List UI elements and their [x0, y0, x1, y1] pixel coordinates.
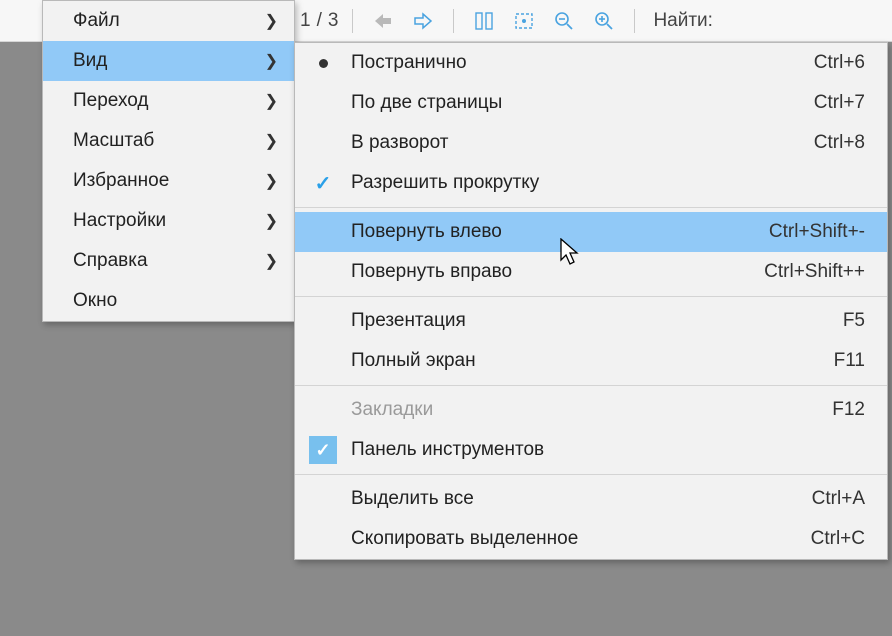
toolbar-separator	[453, 9, 454, 33]
zoom-out-button[interactable]	[548, 5, 580, 37]
shortcut-text: Ctrl+C	[799, 528, 865, 550]
arrow-left-icon	[372, 12, 394, 30]
submenu-item-label: По две страницы	[351, 92, 802, 114]
menu-item-zoom[interactable]: Масштаб ❯	[43, 121, 294, 161]
chevron-right-icon: ❯	[265, 251, 278, 271]
submenu-item-label: Скопировать выделенное	[351, 528, 799, 550]
menu-item-window[interactable]: Окно	[43, 281, 294, 321]
shortcut-text: Ctrl+8	[802, 132, 865, 154]
menu-item-label: Масштаб	[73, 130, 154, 152]
submenu-item-label: В разворот	[351, 132, 802, 154]
fit-page-icon	[513, 11, 535, 31]
submenu-item-presentation[interactable]: Презентация F5	[295, 301, 887, 341]
menu-item-settings[interactable]: Настройки ❯	[43, 201, 294, 241]
fit-width-icon	[473, 11, 495, 31]
submenu-item-label: Разрешить прокрутку	[351, 172, 853, 194]
menu-item-favorites[interactable]: Избранное ❯	[43, 161, 294, 201]
submenu-item-label: Презентация	[351, 310, 831, 332]
radio-selected-icon	[319, 59, 328, 68]
submenu-item-rotate-right[interactable]: Повернуть вправо Ctrl+Shift++	[295, 252, 887, 292]
menu-item-label: Окно	[73, 290, 117, 312]
main-menu: Файл ❯ Вид ❯ Переход ❯ Масштаб ❯ Избранн…	[42, 0, 295, 322]
chevron-right-icon: ❯	[265, 11, 278, 31]
shortcut-text: F5	[831, 310, 865, 332]
menu-item-label: Переход	[73, 90, 148, 112]
submenu-item-single-page[interactable]: Постранично Ctrl+6	[295, 43, 887, 83]
submenu-item-rotate-left[interactable]: Повернуть влево Ctrl+Shift+-	[295, 212, 887, 252]
submenu-item-label: Повернуть влево	[351, 221, 757, 243]
menu-item-label: Избранное	[73, 170, 169, 192]
zoom-out-icon	[553, 10, 575, 32]
check-icon: ✓	[309, 436, 337, 464]
submenu-view: Постранично Ctrl+6 По две страницы Ctrl+…	[294, 42, 888, 560]
arrow-right-icon	[412, 12, 434, 30]
fit-page-button[interactable]	[508, 5, 540, 37]
shortcut-text: Ctrl+Shift+-	[757, 221, 865, 243]
menu-item-file[interactable]: Файл ❯	[43, 1, 294, 41]
menu-item-label: Вид	[73, 50, 107, 72]
submenu-item-label: Закладки	[351, 399, 820, 421]
page-indicator: 1 / 3	[300, 10, 338, 32]
submenu-item-two-pages[interactable]: По две страницы Ctrl+7	[295, 83, 887, 123]
menu-item-view[interactable]: Вид ❯	[43, 41, 294, 81]
find-label: Найти:	[653, 10, 713, 32]
page-sep: /	[317, 10, 322, 32]
chevron-right-icon: ❯	[265, 91, 278, 111]
chevron-right-icon: ❯	[265, 211, 278, 231]
toolbar-separator	[634, 9, 635, 33]
submenu-item-label: Повернуть вправо	[351, 261, 752, 283]
submenu-item-allow-scroll[interactable]: ✓ Разрешить прокрутку	[295, 163, 887, 203]
menu-item-help[interactable]: Справка ❯	[43, 241, 294, 281]
submenu-item-label: Постранично	[351, 52, 802, 74]
shortcut-text: Ctrl+7	[802, 92, 865, 114]
chevron-right-icon: ❯	[265, 171, 278, 191]
zoom-in-button[interactable]	[588, 5, 620, 37]
submenu-item-toolbar[interactable]: ✓ Панель инструментов	[295, 430, 887, 470]
submenu-item-fullscreen[interactable]: Полный экран F11	[295, 341, 887, 381]
shortcut-text: F11	[822, 350, 865, 372]
shortcut-text: Ctrl+Shift++	[752, 261, 865, 283]
submenu-separator	[295, 385, 887, 386]
shortcut-text: Ctrl+6	[802, 52, 865, 74]
prev-page-button[interactable]	[367, 5, 399, 37]
submenu-separator	[295, 296, 887, 297]
menu-item-label: Файл	[73, 10, 120, 32]
submenu-separator	[295, 474, 887, 475]
submenu-item-label: Выделить все	[351, 488, 800, 510]
page-total: 3	[328, 10, 339, 32]
submenu-item-label: Полный экран	[351, 350, 822, 372]
page-current: 1	[300, 10, 311, 32]
zoom-in-icon	[593, 10, 615, 32]
submenu-separator	[295, 207, 887, 208]
submenu-item-select-all[interactable]: Выделить все Ctrl+A	[295, 479, 887, 519]
chevron-right-icon: ❯	[265, 131, 278, 151]
menu-item-label: Настройки	[73, 210, 166, 232]
menu-item-goto[interactable]: Переход ❯	[43, 81, 294, 121]
shortcut-text: Ctrl+A	[800, 488, 865, 510]
submenu-item-book-view[interactable]: В разворот Ctrl+8	[295, 123, 887, 163]
shortcut-text: F12	[820, 399, 865, 421]
submenu-item-copy-selection[interactable]: Скопировать выделенное Ctrl+C	[295, 519, 887, 559]
submenu-item-label: Панель инструментов	[351, 439, 853, 461]
fit-width-button[interactable]	[468, 5, 500, 37]
next-page-button[interactable]	[407, 5, 439, 37]
check-icon: ✓	[315, 171, 332, 196]
chevron-right-icon: ❯	[265, 51, 278, 71]
submenu-item-bookmarks[interactable]: Закладки F12	[295, 390, 887, 430]
menu-item-label: Справка	[73, 250, 148, 272]
toolbar-separator	[352, 9, 353, 33]
